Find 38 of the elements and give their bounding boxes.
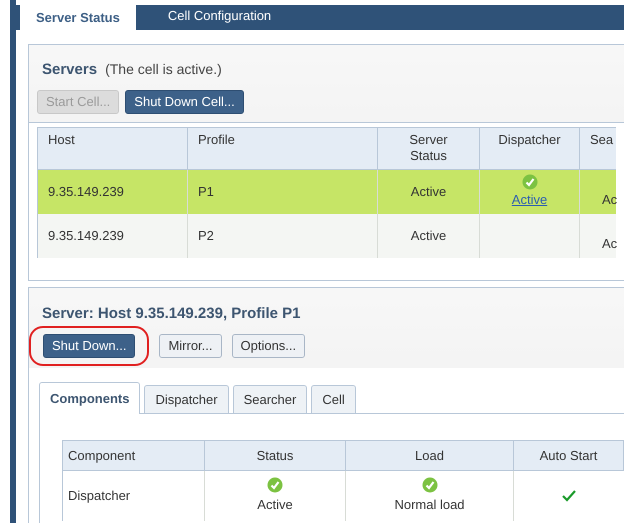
- column-header: Sea: [590, 132, 614, 146]
- table-cell-text: Normal load: [394, 496, 465, 514]
- table-cell-text: Active: [410, 226, 446, 245]
- checkmark-icon: [562, 490, 576, 502]
- column-header: Host: [48, 132, 75, 146]
- table-cell-text: Active: [257, 496, 293, 514]
- column-header: Dispatcher: [498, 132, 561, 146]
- column-header: Auto Start: [514, 440, 624, 470]
- action-button[interactable]: Shut Down...: [43, 334, 136, 358]
- tab[interactable]: Cell Configuration: [160, 5, 280, 30]
- table-row[interactable]: 9.35.149.239 P2 Active Ac: [38, 214, 616, 258]
- check-circle-icon: [522, 174, 538, 190]
- section-note: (The cell is active.): [105, 60, 222, 79]
- action-button[interactable]: Shut Down Cell...: [125, 90, 244, 114]
- section-title: Server: Host 9.35.149.239, Profile P1: [42, 304, 300, 322]
- tab[interactable]: Dispatcher: [144, 384, 229, 413]
- column-header: Server Status: [408, 132, 449, 164]
- check-circle-icon: [422, 477, 438, 493]
- column-header: Component: [63, 440, 205, 470]
- status-link[interactable]: Active: [512, 190, 548, 210]
- column-header: Load: [346, 440, 514, 470]
- column-header: Status: [205, 440, 346, 470]
- tab[interactable]: Cell: [311, 384, 356, 413]
- tab[interactable]: Components: [39, 382, 140, 414]
- table-cell-text: Dispatcher: [68, 487, 130, 505]
- table-cell-text: Ac: [602, 235, 618, 253]
- table-cell-text: Active: [410, 182, 446, 201]
- tab[interactable]: Server Status: [20, 5, 136, 30]
- table-cell-text: 9.35.149.239: [48, 182, 124, 201]
- column-header: Profile: [198, 132, 235, 146]
- table-cell-text: P2: [198, 226, 214, 245]
- table-cell-text: P1: [198, 182, 214, 201]
- section-title: Servers: [42, 60, 98, 80]
- action-button[interactable]: Mirror...: [159, 334, 222, 358]
- table-cell-text: 9.35.149.239: [48, 226, 124, 245]
- check-circle-icon: [267, 477, 283, 493]
- action-button[interactable]: Options...: [232, 334, 306, 358]
- tab[interactable]: Searcher: [232, 384, 308, 413]
